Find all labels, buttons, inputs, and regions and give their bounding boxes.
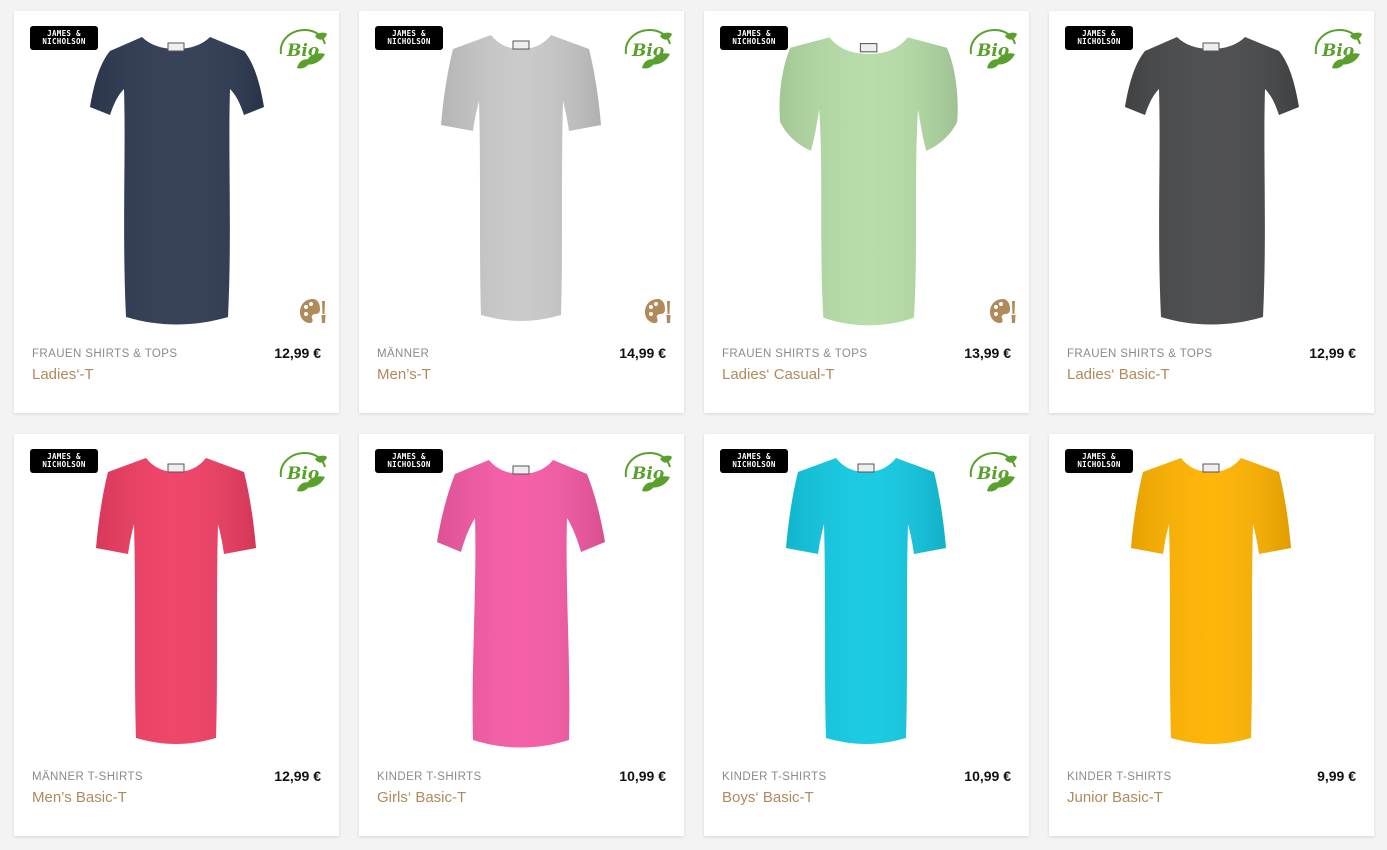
- tshirt-image: [1131, 458, 1291, 744]
- product-price: 10,99 €: [964, 768, 1011, 784]
- bio-label: Bio: [1321, 41, 1354, 61]
- brand-logo: JAMES & NICHOLSON: [720, 26, 788, 50]
- product-name-link[interactable]: Girls‘ Basic-T: [377, 789, 466, 806]
- product-name-link[interactable]: Men’s Basic-T: [32, 789, 127, 806]
- brand-logo: JAMES & NICHOLSON: [1065, 26, 1133, 50]
- palette-brush-icon: [300, 299, 326, 323]
- product-category[interactable]: KINDER T-SHIRTS: [377, 771, 482, 783]
- product-category[interactable]: MÄNNER: [377, 348, 429, 360]
- brand-logo-line2: NICHOLSON: [732, 37, 776, 46]
- product-card[interactable]: JAMES & NICHOLSON Bio KINDER T-SHIRTS 10,99 …: [359, 434, 684, 836]
- bio-label: Bio: [631, 464, 664, 484]
- product-name-link[interactable]: Ladies‘ Casual-T: [722, 366, 835, 383]
- bio-label: Bio: [976, 464, 1009, 484]
- product-price: 12,99 €: [274, 345, 321, 361]
- product-price: 14,99 €: [619, 345, 666, 361]
- brand-logo: JAMES & NICHOLSON: [720, 449, 788, 473]
- tshirt-image: [779, 37, 958, 326]
- brand-logo-line2: NICHOLSON: [1077, 37, 1121, 46]
- product-price: 12,99 €: [1309, 345, 1356, 361]
- bio-leaf-icon: Bio: [969, 28, 1017, 69]
- product-category[interactable]: FRAUEN SHIRTS & TOPS: [1067, 348, 1212, 360]
- bio-label: Bio: [286, 41, 319, 61]
- tshirt-image: [96, 458, 256, 744]
- product-image[interactable]: [1049, 434, 1374, 759]
- brand-logo: JAMES & NICHOLSON: [30, 449, 98, 473]
- brand-logo-line2: NICHOLSON: [387, 37, 431, 46]
- product-name-link[interactable]: Men’s-T: [377, 366, 431, 383]
- product-price: 9,99 €: [1317, 768, 1356, 784]
- brand-logo-line2: NICHOLSON: [42, 460, 86, 469]
- bio-leaf-icon: Bio: [1314, 28, 1362, 69]
- bio-leaf-icon: Bio: [969, 451, 1017, 492]
- neck-label-icon: [512, 40, 530, 50]
- product-price: 12,99 €: [274, 768, 321, 784]
- product-name-link[interactable]: Boys‘ Basic-T: [722, 789, 814, 806]
- neck-label-icon: [857, 463, 875, 473]
- brand-logo-line2: NICHOLSON: [1077, 460, 1121, 469]
- bio-label: Bio: [286, 464, 319, 484]
- brand-logo: JAMES & NICHOLSON: [375, 449, 443, 473]
- product-card[interactable]: JAMES & NICHOLSON Bio MÄNNER T-SHIRTS 12,99 …: [14, 434, 339, 836]
- palette-brush-icon: [645, 299, 671, 323]
- product-card[interactable]: JAMES & NICHOLSON Bio MÄNNER 14,99 € Men’s-T: [359, 11, 684, 413]
- brand-logo: JAMES & NICHOLSON: [1065, 449, 1133, 473]
- product-category[interactable]: FRAUEN SHIRTS & TOPS: [32, 348, 177, 360]
- bio-leaf-icon: Bio: [279, 28, 327, 69]
- tshirt-image: [1125, 37, 1299, 325]
- product-card[interactable]: JAMES & NICHOLSON Bio FRAUEN SHIRTS & TOPS 1…: [1049, 11, 1374, 413]
- brand-logo-line2: NICHOLSON: [732, 460, 776, 469]
- brand-logo: JAMES & NICHOLSON: [375, 26, 443, 50]
- neck-label-icon: [1202, 463, 1220, 473]
- product-name-link[interactable]: Junior Basic-T: [1067, 789, 1163, 806]
- neck-label-icon: [167, 463, 185, 473]
- tshirt-image: [786, 458, 946, 744]
- tshirt-image: [90, 37, 264, 325]
- neck-label-icon: [1202, 42, 1220, 52]
- bio-leaf-icon: Bio: [279, 451, 327, 492]
- product-grid: JAMES & NICHOLSON Bio FRAUEN SHIRTS & TOPS 1…: [14, 11, 1374, 836]
- product-name-link[interactable]: Ladies‘-T: [32, 366, 94, 383]
- brand-logo: JAMES & NICHOLSON: [30, 26, 98, 50]
- bio-leaf-icon: Bio: [624, 451, 672, 492]
- product-price: 10,99 €: [619, 768, 666, 784]
- brand-logo-line2: NICHOLSON: [42, 37, 86, 46]
- product-category[interactable]: KINDER T-SHIRTS: [1067, 771, 1172, 783]
- palette-brush-icon: [990, 299, 1016, 323]
- tshirt-image: [441, 35, 601, 321]
- product-card[interactable]: JAMES & NICHOLSON KINDER T-SHIRTS 9,99 € Jun…: [1049, 434, 1374, 836]
- neck-label-icon: [512, 465, 530, 475]
- bio-label: Bio: [631, 41, 664, 61]
- neck-label-icon: [859, 43, 878, 53]
- product-category[interactable]: FRAUEN SHIRTS & TOPS: [722, 348, 867, 360]
- product-card[interactable]: JAMES & NICHOLSON Bio KINDER T-SHIRTS 10,99 …: [704, 434, 1029, 836]
- product-category[interactable]: KINDER T-SHIRTS: [722, 771, 827, 783]
- product-card[interactable]: JAMES & NICHOLSON Bio FRAUEN SHIRTS & TOPS 1…: [14, 11, 339, 413]
- brand-logo-line2: NICHOLSON: [387, 460, 431, 469]
- neck-label-icon: [167, 42, 185, 52]
- bio-label: Bio: [976, 41, 1009, 61]
- product-price: 13,99 €: [964, 345, 1011, 361]
- product-category[interactable]: MÄNNER T-SHIRTS: [32, 771, 143, 783]
- bio-leaf-icon: Bio: [624, 28, 672, 69]
- product-card[interactable]: JAMES & NICHOLSON Bio FRAUEN SHIRTS & TOPS 1…: [704, 11, 1029, 413]
- tshirt-image: [437, 460, 605, 748]
- product-name-link[interactable]: Ladies‘ Basic-T: [1067, 366, 1170, 383]
